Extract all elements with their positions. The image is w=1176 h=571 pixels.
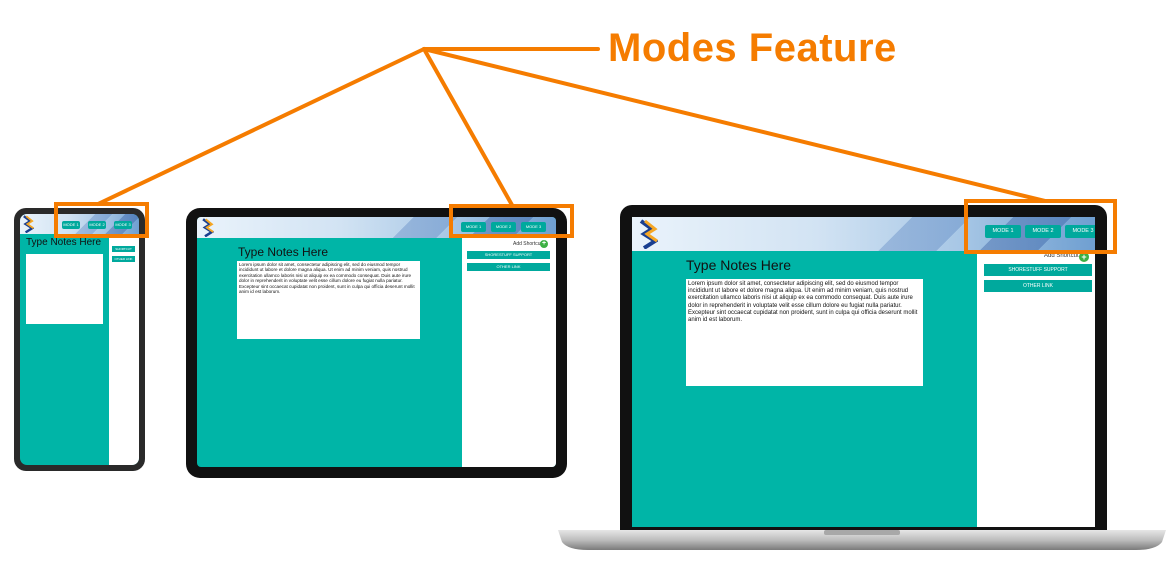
phone-notes-title: Type Notes Here	[26, 237, 102, 248]
phone-device: MODE 1 MODE 2 MODE 3 SHORTCUT OTHER LINK…	[14, 208, 145, 471]
tablet-notes-title: Type Notes Here	[238, 245, 329, 259]
logo-icon	[23, 215, 34, 233]
tablet-modes-highlight	[449, 204, 574, 238]
phone-modes-highlight	[54, 202, 149, 238]
laptop-sidebar	[977, 251, 1095, 527]
laptop-notes-title: Type Notes Here	[686, 257, 792, 273]
phone-sidebar	[109, 234, 139, 465]
phone-screen: MODE 1 MODE 2 MODE 3 SHORTCUT OTHER LINK…	[20, 214, 139, 465]
laptop-screen: MODE 1 MODE 2 MODE 3 Add Shortcut + SHOR…	[632, 217, 1095, 527]
callout-title: Modes Feature	[608, 26, 897, 70]
phone-shortcut-button[interactable]: SHORTCUT	[112, 246, 135, 252]
tablet-screen: MODE 1 MODE 2 MODE 3 Add Shortcut + SHOR…	[197, 217, 556, 467]
tablet-notes-input[interactable]: Lorem ipsum dolor sit amet, consectetur …	[237, 261, 420, 339]
logo-icon	[202, 218, 214, 237]
tablet-device: MODE 1 MODE 2 MODE 3 Add Shortcut + SHOR…	[186, 208, 567, 478]
tablet-other-link-button[interactable]: OTHER LINK	[467, 263, 550, 271]
phone-other-link-button[interactable]: OTHER LINK	[112, 256, 135, 262]
laptop-device: MODE 1 MODE 2 MODE 3 Add Shortcut + SHOR…	[620, 205, 1107, 533]
tablet-sidebar	[462, 238, 556, 467]
logo-icon	[639, 219, 658, 249]
laptop-support-link-button[interactable]: SHORESTUFF SUPPORT	[984, 264, 1092, 276]
phone-notes-input[interactable]	[26, 254, 103, 324]
laptop-other-link-button[interactable]: OTHER LINK	[984, 280, 1092, 292]
tablet-add-shortcut-label: Add Shortcut	[513, 241, 542, 247]
tablet-support-link-button[interactable]: SHORESTUFF SUPPORT	[467, 251, 550, 259]
plus-icon[interactable]: +	[540, 240, 548, 248]
laptop-base	[558, 530, 1166, 550]
laptop-modes-highlight	[964, 199, 1117, 254]
laptop-notes-input[interactable]: Lorem ipsum dolor sit amet, consectetur …	[686, 279, 923, 386]
